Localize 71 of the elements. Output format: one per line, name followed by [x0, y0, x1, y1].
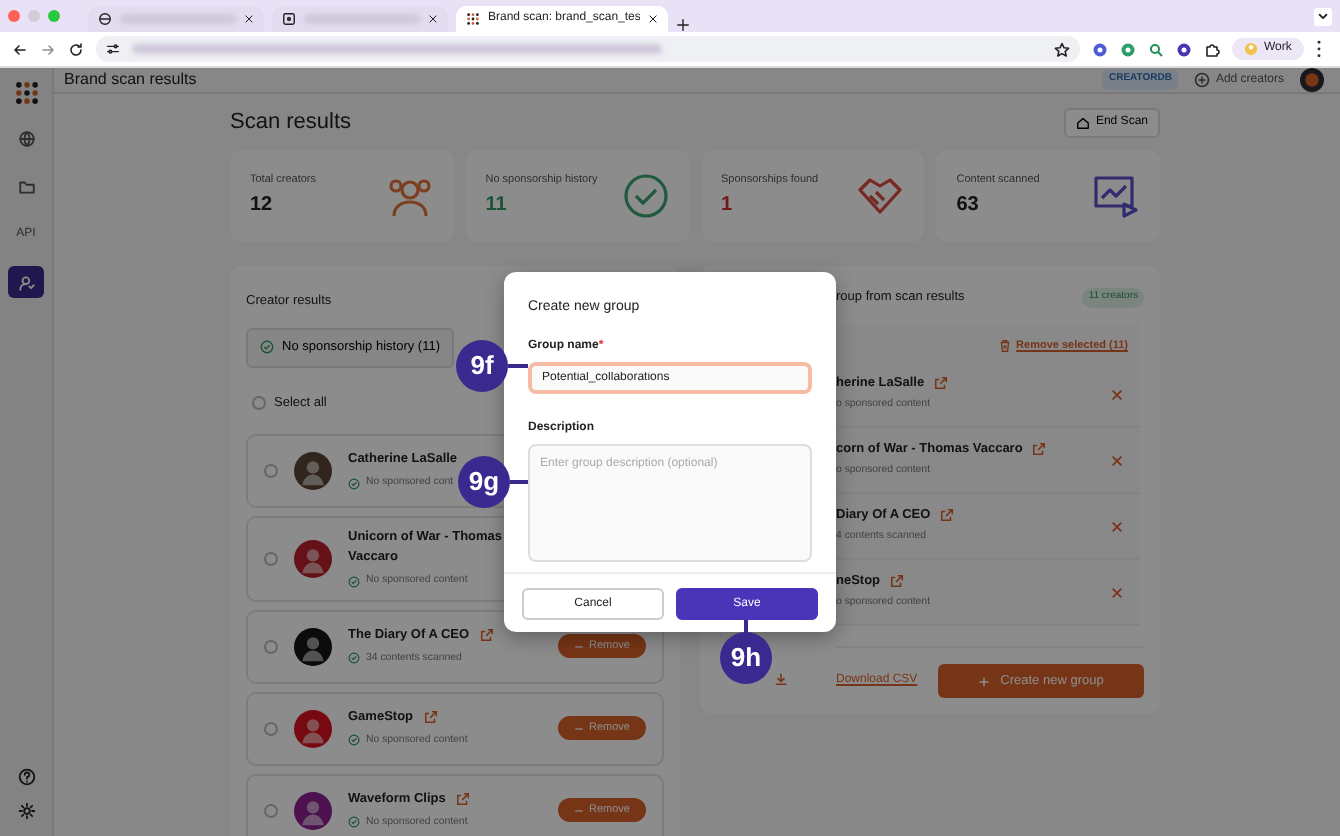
avatar — [294, 452, 332, 491]
stat-value: 12 — [250, 191, 275, 220]
site-settings-icon[interactable] — [106, 42, 120, 56]
check-circle-icon — [348, 816, 360, 829]
external-link-icon[interactable] — [890, 574, 905, 589]
close-icon[interactable] — [648, 14, 659, 24]
external-link-icon[interactable] — [479, 628, 494, 643]
checkbox[interactable] — [264, 721, 278, 736]
plus-circle-icon — [1193, 72, 1210, 88]
stat-value: 1 — [721, 191, 735, 220]
avatar — [294, 791, 332, 830]
check-circle-icon — [348, 575, 360, 588]
external-link-icon[interactable] — [940, 508, 955, 523]
star-icon[interactable] — [1054, 41, 1070, 57]
forward-icon[interactable] — [40, 41, 56, 57]
logo-grid-icon[interactable] — [13, 80, 39, 106]
close-icon[interactable] — [244, 14, 254, 24]
menu-icon[interactable] — [1315, 40, 1322, 58]
chart-play-icon — [1092, 172, 1140, 220]
external-link-icon[interactable] — [934, 376, 949, 391]
page-header-title: Brand scan results — [64, 68, 199, 92]
user-avatar[interactable] — [1300, 68, 1324, 92]
home-icon — [1075, 115, 1090, 129]
settings-icon[interactable] — [17, 802, 35, 820]
avatar — [294, 709, 332, 748]
check-circle-icon — [348, 478, 360, 491]
checkbox[interactable] — [264, 464, 278, 479]
minus-icon — [573, 723, 584, 734]
remove-icon[interactable] — [1110, 585, 1124, 599]
minus-icon — [573, 641, 584, 652]
external-link-icon[interactable] — [1032, 442, 1047, 457]
new-tab-icon[interactable] — [676, 18, 691, 32]
help-icon[interactable] — [17, 768, 35, 786]
puzzle-icon[interactable] — [1204, 41, 1220, 57]
extension-icon[interactable] — [1176, 41, 1192, 57]
grid-icon — [466, 12, 480, 26]
tab-favicon — [282, 12, 296, 26]
avatar — [294, 539, 332, 578]
remove-icon[interactable] — [1110, 453, 1124, 467]
check-circle-icon — [621, 172, 669, 220]
page-title: Scan results — [230, 107, 352, 138]
search-icon[interactable] — [1148, 41, 1164, 57]
download-icon[interactable] — [774, 672, 788, 686]
address-field[interactable] — [96, 36, 1080, 62]
user-check-icon — [17, 273, 35, 291]
plus-icon — [978, 675, 991, 687]
stat-value: 11 — [485, 191, 509, 220]
back-icon[interactable] — [12, 41, 28, 57]
checkbox[interactable] — [252, 395, 266, 410]
minus-icon — [573, 805, 584, 816]
check-circle-icon — [348, 734, 360, 747]
external-link-icon[interactable] — [423, 710, 438, 725]
close-window-button[interactable] — [8, 10, 20, 22]
stat-value: 63 — [956, 191, 981, 220]
chevron-icon[interactable] — [1314, 7, 1332, 25]
remove-icon[interactable] — [1110, 519, 1124, 533]
check-circle-icon — [348, 652, 360, 665]
close-icon[interactable] — [428, 14, 438, 24]
external-link-icon[interactable] — [455, 792, 470, 807]
trash-icon — [998, 337, 1013, 354]
checkbox[interactable] — [264, 803, 278, 818]
folder-icon — [17, 177, 35, 195]
check-circle-icon — [260, 340, 274, 355]
avatar — [294, 627, 332, 666]
reload-icon[interactable] — [68, 41, 84, 57]
profile-icon — [1244, 42, 1258, 56]
remove-icon[interactable] — [1110, 387, 1124, 401]
checkbox[interactable] — [264, 639, 278, 654]
checkbox[interactable] — [264, 551, 278, 566]
maximize-button[interactable] — [48, 10, 60, 22]
sidebar-item[interactable] — [8, 266, 44, 298]
